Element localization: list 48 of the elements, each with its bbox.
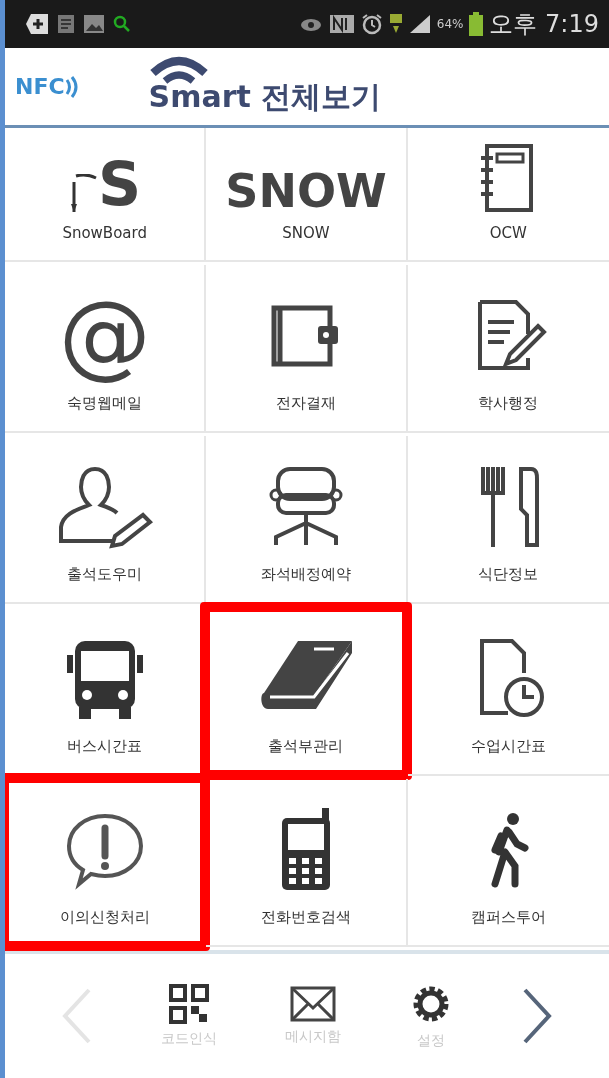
nfc-icon bbox=[328, 14, 355, 34]
envelope-icon bbox=[290, 986, 336, 1022]
tile-label: 숙명웹메일 bbox=[67, 394, 143, 414]
menu-tile[interactable]: 버스시간표 bbox=[5, 607, 207, 776]
nfc-label: NFC bbox=[15, 74, 65, 99]
menu-tile[interactable]: 이의신청처리 bbox=[5, 778, 207, 947]
menu-tile[interactable]: 출석도우미 bbox=[5, 436, 207, 605]
menu-tile[interactable]: 출석부관리 bbox=[206, 607, 408, 776]
tile-label: 버스시간표 bbox=[67, 736, 143, 756]
alarm-icon bbox=[360, 13, 383, 35]
qr-code-icon bbox=[169, 984, 209, 1024]
menu-tile[interactable]: 캠퍼스투어 bbox=[407, 778, 609, 947]
page-title: Smart 전체보기 bbox=[148, 78, 382, 116]
tile-label: SNOW bbox=[282, 224, 330, 242]
menu-tile[interactable]: 전자결재 bbox=[206, 265, 408, 434]
tile-label: 캠퍼스투어 bbox=[470, 907, 546, 927]
menu-tile[interactable]: @ 숙명웹메일 bbox=[5, 265, 207, 434]
tile-label: 출석부관리 bbox=[268, 736, 344, 756]
menu-tile[interactable]: 학사행정 bbox=[407, 265, 609, 434]
battery-icon bbox=[469, 12, 484, 36]
tile-label: 출석도우미 bbox=[67, 565, 143, 585]
tile-label: 이의신청처리 bbox=[59, 907, 150, 927]
menu-tile[interactable]: 좌석배정예약 bbox=[206, 436, 408, 605]
tile-label: OCW bbox=[489, 224, 527, 242]
tile-label: 학사행정 bbox=[478, 394, 539, 414]
signal-icon bbox=[408, 14, 431, 34]
menu-tile[interactable]: 수업시간표 bbox=[407, 607, 609, 776]
clock-time: 오후 7:19 bbox=[489, 9, 599, 40]
wifi-icon bbox=[148, 55, 209, 85]
search-icon bbox=[113, 15, 131, 33]
tile-label: 전화번호검색 bbox=[261, 907, 351, 927]
tile-label: 전자결재 bbox=[276, 394, 336, 414]
add-icon bbox=[25, 13, 49, 35]
document-icon bbox=[57, 14, 75, 34]
logo-text: SNOW bbox=[225, 168, 387, 214]
menu-tile[interactable]: 식단정보 bbox=[407, 436, 609, 605]
menu-tile[interactable]: 전화번호검색 bbox=[206, 778, 408, 947]
tile-label: 좌석배정예약 bbox=[261, 565, 351, 585]
battery-percent: 64% bbox=[436, 17, 464, 31]
menu-tile[interactable]: SNOW SNOW bbox=[206, 128, 408, 262]
logo-text: @ bbox=[58, 290, 151, 383]
menu-tile[interactable]: OCW bbox=[407, 128, 609, 262]
tile-label: 식단정보 bbox=[478, 565, 539, 585]
tile-label: 수업시간표 bbox=[470, 736, 546, 756]
tile-label: SnowBoard bbox=[62, 224, 147, 242]
nfc-wave-icon bbox=[64, 75, 79, 98]
menu-tile[interactable]: S SnowBoard bbox=[5, 128, 207, 262]
image-icon bbox=[83, 14, 105, 34]
